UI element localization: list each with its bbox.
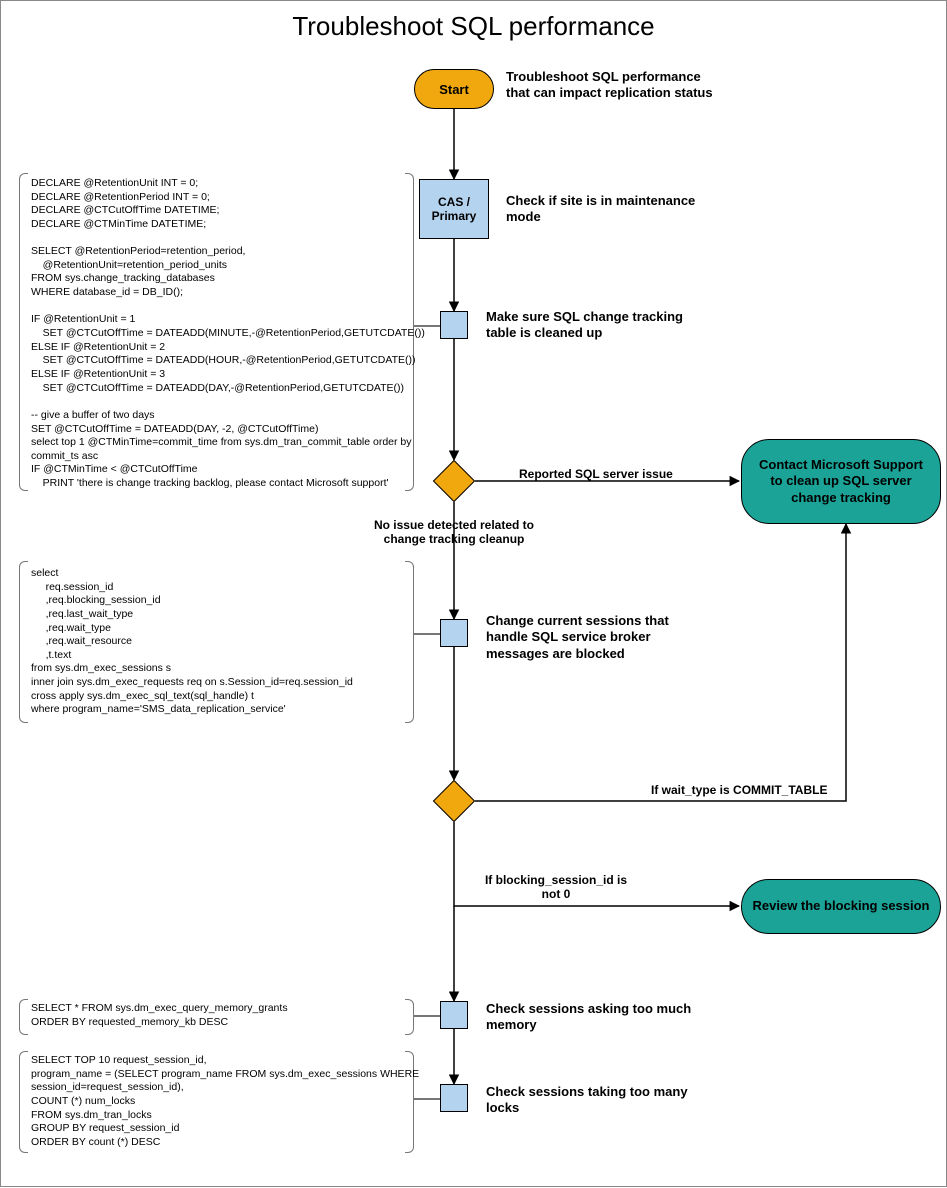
start-node: Start: [414, 69, 494, 109]
decision-1-right-label: Reported SQL server issue: [519, 467, 699, 481]
sessions-blocked-node: [440, 619, 468, 647]
terminal-contact-support-label: Contact Microsoft Support to clean up SQ…: [752, 457, 930, 506]
decision-2-right-label: If wait_type is COMMIT_TABLE: [651, 783, 861, 797]
page-title: Troubleshoot SQL performance: [1, 11, 946, 42]
start-annotation: Troubleshoot SQL performance that can im…: [506, 69, 726, 102]
cas-primary-label: CAS / Primary: [432, 195, 477, 224]
sql-code-block-3: SELECT * FROM sys.dm_exec_query_memory_g…: [31, 1002, 401, 1029]
bracket-conn-4: [413, 1098, 440, 1100]
bracket-code-2-right: [405, 561, 414, 723]
check-memory-node: [440, 1001, 468, 1029]
sql-code-block-1: DECLARE @RetentionUnit INT = 0; DECLARE …: [31, 177, 401, 491]
bracket-code-4: [19, 1051, 28, 1153]
cas-primary-node: CAS / Primary: [419, 179, 489, 239]
cleanup-ct-annotation: Make sure SQL change tracking table is c…: [486, 309, 696, 342]
decision-1: [433, 460, 475, 502]
decision-1-down-label: No issue detected related to change trac…: [359, 518, 549, 547]
terminal-review-blocking: Review the blocking session: [741, 879, 941, 934]
sql-code-block-2: select req.session_id ,req.blocking_sess…: [31, 567, 401, 717]
sessions-blocked-annotation: Change current sessions that handle SQL …: [486, 613, 706, 662]
decision-2-down-label: If blocking_session_id is not 0: [476, 873, 636, 902]
terminal-review-blocking-label: Review the blocking session: [753, 898, 930, 914]
cas-primary-annotation: Check if site is in maintenance mode: [506, 193, 706, 226]
flowchart-canvas: Troubleshoot SQL performance Start T: [0, 0, 947, 1187]
bracket-code-3-right: [405, 999, 414, 1035]
bracket-code-2: [19, 561, 28, 723]
bracket-code-3: [19, 999, 28, 1035]
start-label: Start: [439, 82, 469, 97]
bracket-conn-3: [413, 1015, 440, 1017]
terminal-contact-support: Contact Microsoft Support to clean up SQ…: [741, 439, 941, 524]
check-memory-annotation: Check sessions asking too much memory: [486, 1001, 696, 1034]
cleanup-ct-node: [440, 311, 468, 339]
bracket-conn-2: [413, 633, 440, 635]
check-locks-annotation: Check sessions taking too many locks: [486, 1084, 696, 1117]
check-locks-node: [440, 1084, 468, 1112]
sql-code-block-4: SELECT TOP 10 request_session_id, progra…: [31, 1054, 401, 1149]
decision-2: [433, 780, 475, 822]
bracket-code-4-right: [405, 1051, 414, 1153]
bracket-code-1: [19, 173, 28, 491]
